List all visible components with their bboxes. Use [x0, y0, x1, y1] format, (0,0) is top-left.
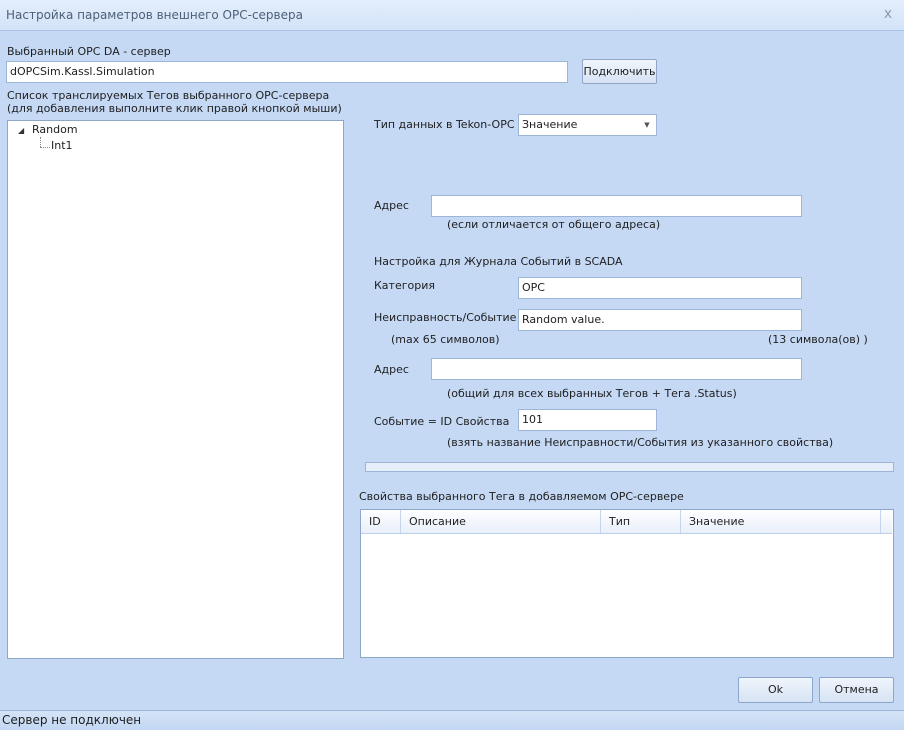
server-label: Выбранный OPC DA - сервер	[7, 45, 171, 58]
column-header-value[interactable]: Значение	[681, 510, 881, 533]
event-id-hint: (взять название Неисправности/События из…	[447, 436, 834, 449]
event-id-label: Событие = ID Свойства	[374, 415, 510, 428]
chevron-down-icon[interactable]: ▼	[642, 115, 652, 135]
common-address-hint: (общий для всех выбранных Тегов + Тега .…	[447, 387, 737, 400]
collapse-icon[interactable]: ◢	[18, 126, 24, 135]
status-text: Сервер не подключен	[2, 713, 142, 727]
ok-button[interactable]: Ok	[738, 677, 813, 703]
datatype-select[interactable]: Значение ▼	[518, 114, 657, 136]
window-title: Настройка параметров внешнего OPC-сервер…	[6, 8, 303, 22]
properties-grid-header: ID Описание Тип Значение	[361, 510, 892, 534]
status-bar: Сервер не подключен	[0, 710, 904, 730]
category-label: Категория	[374, 279, 435, 292]
properties-label: Свойства выбранного Тега в добавляемом O…	[359, 490, 684, 503]
column-header-type[interactable]: Тип	[601, 510, 681, 533]
tree-connector	[40, 137, 41, 147]
column-header-description[interactable]: Описание	[401, 510, 601, 533]
tree-connector	[40, 147, 50, 148]
category-input[interactable]: OPC	[518, 277, 802, 299]
scada-section-label: Настройка для Журнала Событий в SCADA	[374, 255, 623, 268]
close-icon[interactable]: x	[880, 6, 896, 22]
fault-input[interactable]: Random value.	[518, 309, 802, 331]
tree-node-random[interactable]: Random	[32, 123, 78, 136]
server-input[interactable]: dOPCSim.Kassl.Simulation	[6, 61, 568, 83]
fault-label: Неисправность/Событие	[374, 311, 517, 324]
tags-label-line2: (для добавления выполните клик правой кн…	[7, 102, 342, 115]
tags-tree[interactable]: ◢ Random Int1	[7, 120, 344, 659]
tags-label-line1: Список транслируемых Тегов выбранного OP…	[7, 89, 330, 102]
address-input[interactable]	[431, 195, 802, 217]
cancel-button[interactable]: Отмена	[819, 677, 894, 703]
column-header-id[interactable]: ID	[361, 510, 401, 533]
datatype-label: Тип данных в Tekon-OPC	[374, 118, 515, 131]
datatype-value: Значение	[522, 118, 578, 131]
address-hint: (если отличается от общего адреса)	[447, 218, 661, 231]
tree-node-int1[interactable]: Int1	[51, 139, 73, 152]
char-count: (13 символа(ов) )	[768, 333, 868, 346]
max-chars-hint: (max 65 символов)	[391, 333, 500, 346]
common-address-label: Адрес	[374, 363, 409, 376]
event-id-input[interactable]: 101	[518, 409, 657, 431]
separator-bar	[365, 462, 894, 472]
common-address-input[interactable]	[431, 358, 802, 380]
connect-button[interactable]: Подключить	[582, 59, 657, 84]
address-label: Адрес	[374, 199, 409, 212]
